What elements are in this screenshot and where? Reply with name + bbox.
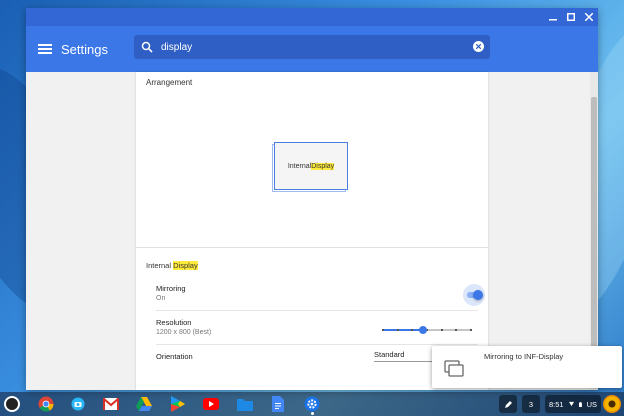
clear-search-icon[interactable] — [473, 41, 484, 52]
locale-indicator: US — [586, 399, 597, 409]
slider-fill — [382, 329, 423, 331]
menu-icon[interactable] — [38, 42, 52, 56]
battery-icon — [578, 401, 582, 407]
screen-mirroring-icon — [444, 360, 464, 377]
files-icon[interactable] — [237, 396, 253, 412]
search-input[interactable] — [161, 41, 451, 53]
stylus-tools-button[interactable] — [499, 395, 517, 413]
pen-icon — [504, 400, 512, 408]
slider-tick — [440, 329, 443, 331]
close-icon[interactable] — [580, 8, 598, 26]
mirroring-label: Mirroring — [156, 284, 186, 293]
display-settings-card: Arrangement Internal Display Internal Di… — [136, 72, 488, 390]
settings-app-icon[interactable] — [304, 396, 320, 412]
heading-prefix: Internal — [146, 261, 174, 270]
chrome-icon[interactable] — [38, 396, 54, 412]
slider-tick — [455, 329, 458, 331]
maximize-icon[interactable] — [562, 8, 580, 26]
internal-display-tile[interactable]: Internal Display — [274, 142, 348, 190]
arrangement-heading: Arrangement — [146, 78, 193, 87]
scrollbar-thumb[interactable] — [591, 97, 597, 387]
camera-icon[interactable] — [70, 396, 86, 412]
slider-thumb[interactable] — [418, 326, 427, 334]
active-app-indicator — [311, 412, 314, 415]
slider-tick — [411, 329, 414, 331]
docs-icon[interactable] — [270, 396, 286, 412]
youtube-icon[interactable] — [203, 396, 219, 412]
heading-highlight: Display — [173, 261, 198, 270]
mirroring-value: On — [156, 295, 166, 302]
row-divider — [156, 344, 478, 345]
resolution-value: 1200 x 800 (Best) — [156, 329, 212, 336]
slider-tick — [382, 329, 384, 331]
search-icon — [141, 41, 153, 53]
window-titlebar[interactable] — [26, 8, 598, 26]
mirroring-toggle-thumb[interactable] — [473, 290, 483, 300]
notification-count: 3 — [528, 399, 534, 409]
settings-content: Arrangement Internal Display Internal Di… — [26, 72, 598, 390]
display-tile-label-highlight: Display — [311, 162, 335, 170]
clock: 8:51 — [549, 399, 564, 409]
settings-window: Settings Arrangement Internal Display In… — [26, 8, 598, 390]
internal-display-heading: Internal Display — [146, 261, 198, 270]
wifi-icon — [568, 401, 574, 407]
slider-tick — [470, 329, 472, 331]
page-title: Settings — [61, 41, 108, 57]
slider-tick — [396, 329, 399, 331]
orientation-selected: Standard — [374, 350, 405, 359]
avatar[interactable] — [603, 395, 621, 413]
status-area[interactable]: 8:51 US — [545, 395, 601, 413]
notification-toast[interactable]: Mirroring to INF-Display — [432, 346, 622, 388]
search-box[interactable] — [134, 35, 490, 59]
row-divider — [156, 310, 478, 311]
notification-text: Mirroring to INF-Display — [484, 352, 564, 361]
display-tile-label-prefix: Internal — [287, 162, 312, 170]
scrollbar[interactable] — [590, 72, 598, 390]
shelf: 3 8:51 US — [0, 392, 624, 416]
section-divider — [136, 247, 488, 248]
settings-header: Settings — [26, 26, 598, 72]
resolution-label: Resolution — [156, 318, 192, 327]
resolution-slider[interactable] — [382, 326, 472, 334]
gmail-icon[interactable] — [103, 396, 119, 412]
google-drive-icon[interactable] — [136, 396, 152, 412]
notification-count-badge[interactable]: 3 — [522, 395, 540, 413]
launcher-icon[interactable] — [4, 396, 20, 412]
play-store-icon[interactable] — [170, 396, 186, 412]
orientation-label: Orientation — [156, 352, 193, 361]
minimize-icon[interactable] — [544, 8, 562, 26]
